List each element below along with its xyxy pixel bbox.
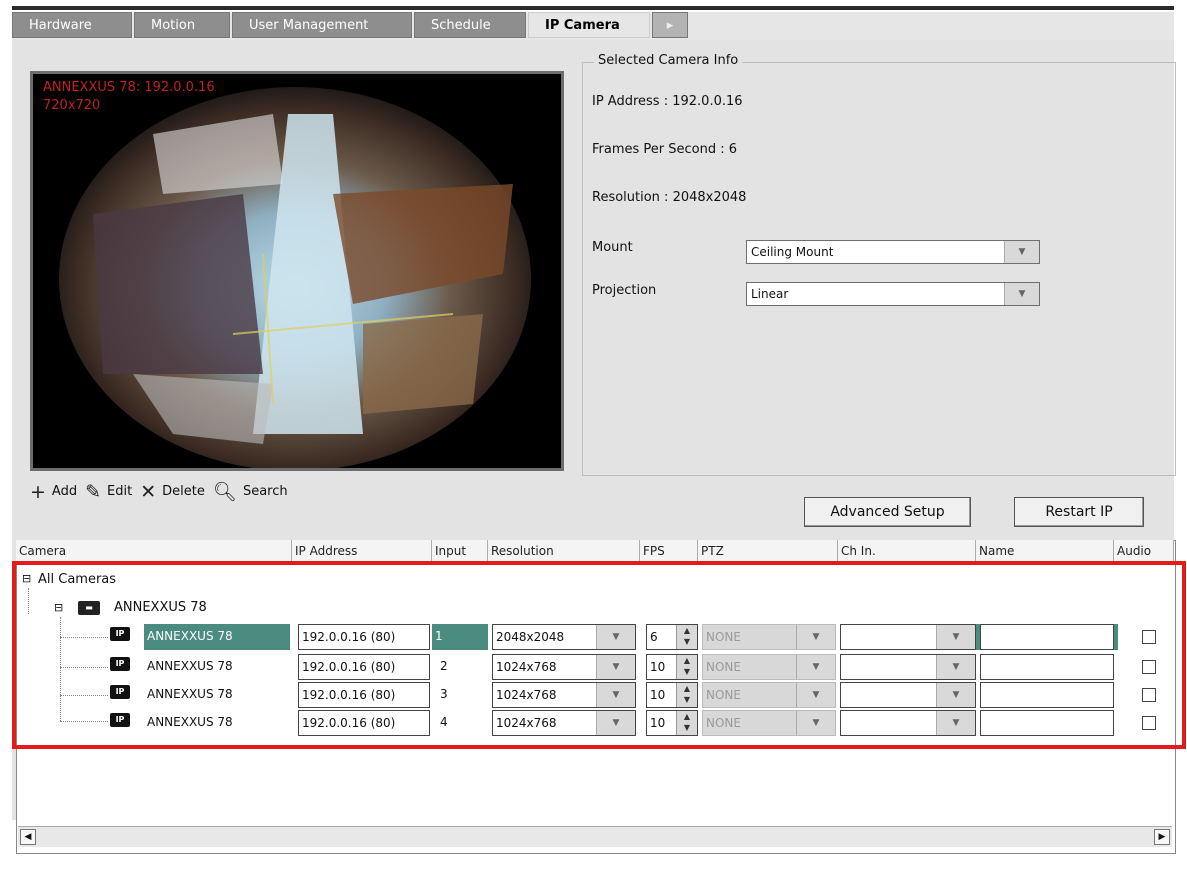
search-button[interactable]: 🔍︎ Search: [213, 480, 288, 503]
chevron-down-icon[interactable]: ▼: [1004, 241, 1039, 263]
fisheye-image: [33, 74, 561, 468]
horizontal-scrollbar[interactable]: ◀ ▶: [18, 826, 1172, 847]
column-header-input[interactable]: Input: [432, 540, 488, 562]
add-label: Add: [51, 484, 78, 499]
search-icon: 🔍︎: [212, 481, 237, 503]
column-header-camera[interactable]: Camera: [16, 540, 292, 562]
window-top-border: [12, 6, 1174, 10]
column-header-ch-in[interactable]: Ch In.: [838, 540, 976, 562]
camera-preview: ANNEXXUS 78: 192.0.0.16 720x720: [30, 71, 564, 471]
mount-value: Ceiling Mount: [751, 245, 834, 259]
mount-label: Mount: [592, 240, 633, 255]
edit-icon: ✎: [85, 480, 102, 503]
mount-select[interactable]: Ceiling Mount ▼: [746, 240, 1040, 264]
highlight-annotation-box: [12, 561, 1186, 749]
chevron-right-icon: ▸: [666, 18, 674, 33]
info-fps: Frames Per Second : 6: [592, 142, 738, 157]
projection-select[interactable]: Linear ▼: [746, 282, 1040, 306]
search-label: Search: [242, 484, 288, 499]
projection-label: Projection: [592, 283, 657, 298]
tab-scroll-right[interactable]: ▸: [652, 12, 688, 38]
preview-overlay-resolution: 720x720: [43, 98, 101, 113]
column-header-name[interactable]: Name: [976, 540, 1114, 562]
preview-overlay-title: ANNEXXUS 78: 192.0.0.16: [43, 80, 215, 95]
scroll-right-icon[interactable]: ▶: [1154, 829, 1170, 845]
info-ip-address: IP Address : 192.0.0.16: [592, 94, 743, 109]
tab-ip-camera[interactable]: IP Camera: [528, 12, 650, 38]
chevron-down-icon[interactable]: ▼: [1004, 283, 1039, 305]
tab-motion[interactable]: Motion: [134, 12, 230, 38]
column-header-ptz[interactable]: PTZ: [698, 540, 838, 562]
tab-bar: Hardware Motion User Management Schedule…: [12, 12, 1174, 40]
advanced-setup-button[interactable]: Advanced Setup: [804, 497, 971, 527]
tab-schedule[interactable]: Schedule: [414, 12, 526, 38]
scroll-left-icon[interactable]: ◀: [20, 829, 36, 845]
restart-ip-button[interactable]: Restart IP: [1014, 497, 1144, 527]
column-header-fps[interactable]: FPS: [640, 540, 698, 562]
edit-label: Edit: [107, 484, 133, 499]
tab-user-management[interactable]: User Management: [232, 12, 412, 38]
edit-button[interactable]: ✎ Edit: [85, 481, 132, 503]
selected-camera-info-group: [582, 62, 1176, 476]
plus-icon: +: [30, 480, 46, 503]
close-icon: ✕: [140, 480, 157, 503]
camera-toolbar: + Add ✎ Edit ✕ Delete 🔍︎ Search: [30, 480, 296, 504]
column-header-audio[interactable]: Audio: [1114, 540, 1174, 562]
column-header-ip-address[interactable]: IP Address: [292, 540, 432, 562]
info-resolution: Resolution : 2048x2048: [592, 190, 747, 205]
add-button[interactable]: + Add: [30, 481, 77, 503]
projection-value: Linear: [751, 287, 789, 301]
column-header-resolution[interactable]: Resolution: [488, 540, 640, 562]
delete-label: Delete: [162, 484, 205, 499]
delete-button[interactable]: ✕ Delete: [140, 481, 205, 503]
group-title: Selected Camera Info: [594, 53, 743, 68]
tab-hardware[interactable]: Hardware: [12, 12, 132, 38]
